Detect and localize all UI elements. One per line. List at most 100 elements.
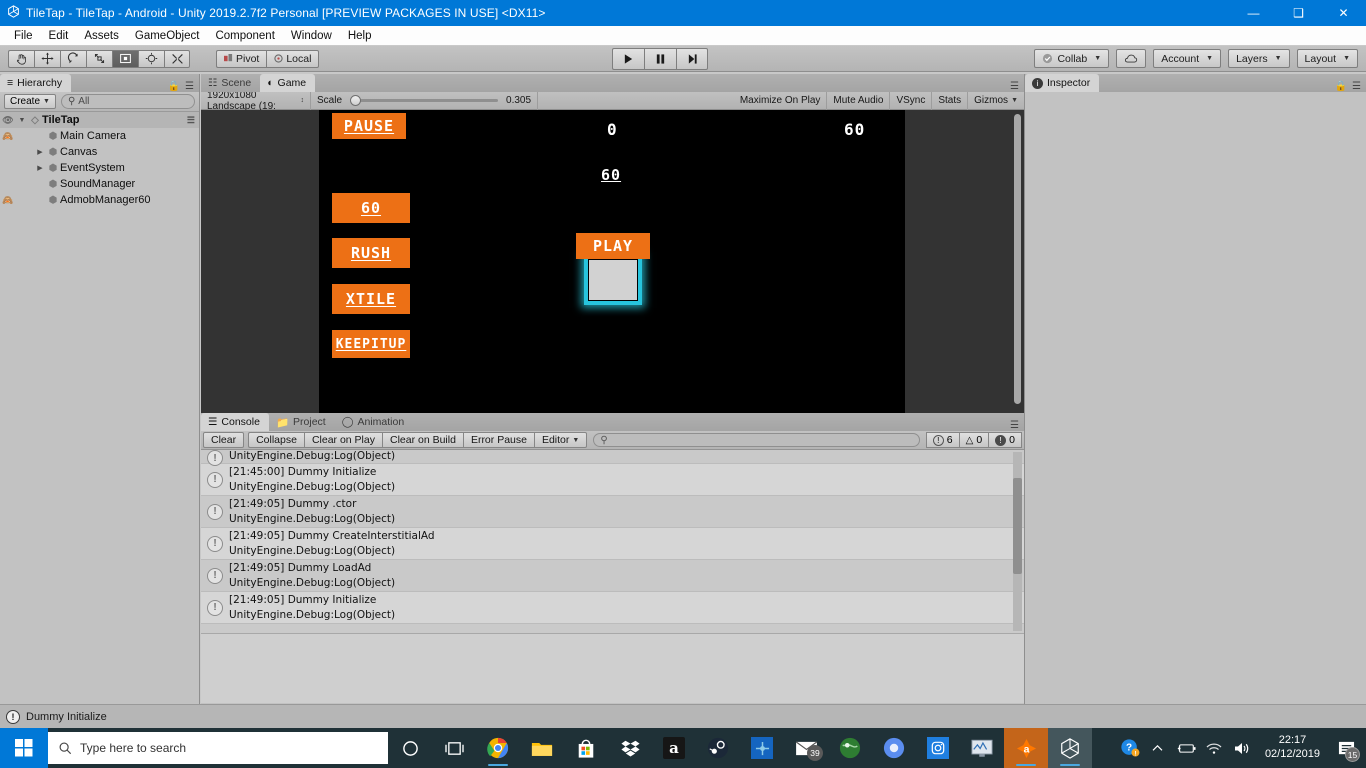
menu-edit[interactable]: Edit xyxy=(41,28,77,44)
menu-window[interactable]: Window xyxy=(283,28,340,44)
tab-hierarchy[interactable]: ≡ Hierarchy xyxy=(0,74,72,92)
monitor-app-icon[interactable] xyxy=(960,728,1004,768)
game-keepitup-button[interactable]: KEEPITUP xyxy=(332,330,410,358)
notification-center-button[interactable]: 15 xyxy=(1330,728,1362,768)
log-entry[interactable]: ! [21:45:00] Dummy Initialize UnityEngin… xyxy=(201,464,1024,496)
resolution-dropdown[interactable]: 1920x1080 Landscape (19: ↕ xyxy=(201,90,311,112)
lock-icon[interactable]: 🔒 xyxy=(1335,81,1347,92)
info-count[interactable]: ! 6 xyxy=(925,432,959,448)
clear-button[interactable]: Clear xyxy=(203,432,245,448)
unity-taskbar-icon[interactable] xyxy=(1048,728,1092,768)
game-play-button[interactable]: PLAY xyxy=(576,233,650,259)
collapse-button[interactable]: Collapse xyxy=(248,432,304,448)
editor-dropdown[interactable]: Editor ▼ xyxy=(533,432,588,448)
blue-app-icon[interactable] xyxy=(740,728,784,768)
tab-animation[interactable]: ◯ Animation xyxy=(335,413,413,431)
menu-assets[interactable]: Assets xyxy=(76,28,127,44)
create-button[interactable]: Create ▼ xyxy=(4,94,56,109)
mail-icon[interactable]: 39 xyxy=(784,728,828,768)
rect-tool-button[interactable] xyxy=(112,49,138,68)
hierarchy-item-admobmanager60[interactable]: 🙈 ⬢ AdmobManager60 xyxy=(0,192,199,208)
chrome-icon[interactable] xyxy=(476,728,520,768)
game-pause-button[interactable]: PAUSE xyxy=(332,113,406,139)
cortana-icon[interactable] xyxy=(388,728,432,768)
tab-console[interactable]: ☰ Console xyxy=(201,413,269,431)
lock-icon[interactable]: 🔒 xyxy=(168,81,180,92)
panel-menu-icon[interactable]: ☰ xyxy=(185,81,194,92)
taskbar-search-input[interactable]: Type here to search xyxy=(48,732,388,764)
panel-menu-icon[interactable]: ☰ xyxy=(1352,81,1361,92)
log-entry[interactable]: ! [21:49:05] Dummy Initialize UnityEngin… xyxy=(201,592,1024,624)
rotate-tool-button[interactable] xyxy=(60,49,86,68)
error-count[interactable]: ! 0 xyxy=(988,432,1022,448)
game-view-canvas[interactable]: PAUSE 60 RUSH XTILE KEEPITUP 0 60 60 PLA… xyxy=(201,110,1024,421)
game-play-tile[interactable]: PLAY xyxy=(576,233,650,305)
clear-on-play-button[interactable]: Clear on Play xyxy=(303,432,382,448)
step-button[interactable] xyxy=(676,48,708,70)
instagram-icon[interactable] xyxy=(916,728,960,768)
visibility-off-icon[interactable]: 🙈 xyxy=(0,131,16,142)
scale-control[interactable]: Scale 0.305 xyxy=(311,91,539,110)
console-scrollbar-thumb[interactable] xyxy=(1013,478,1022,574)
hierarchy-item-eventsystem[interactable]: ▶ ⬢ EventSystem xyxy=(0,160,199,176)
task-view-icon[interactable] xyxy=(432,728,476,768)
microsoft-store-icon[interactable] xyxy=(564,728,608,768)
menu-gameobject[interactable]: GameObject xyxy=(127,28,208,44)
hierarchy-item-main-camera[interactable]: 🙈 ⬢ Main Camera xyxy=(0,128,199,144)
account-button[interactable]: Account ▼ xyxy=(1153,49,1222,68)
log-entry[interactable]: ! [21:49:05] Dummy CreateInterstitialAd … xyxy=(201,528,1024,560)
tab-inspector[interactable]: i Inspector xyxy=(1025,74,1100,92)
start-button[interactable] xyxy=(0,728,48,768)
mute-audio-toggle[interactable]: Mute Audio xyxy=(827,91,891,110)
hierarchy-search-input[interactable]: ⚲ All xyxy=(60,94,195,109)
file-explorer-icon[interactable] xyxy=(520,728,564,768)
menu-component[interactable]: Component xyxy=(207,28,282,44)
hierarchy-item-canvas[interactable]: ▶ ⬢ Canvas xyxy=(0,144,199,160)
steam-icon[interactable] xyxy=(696,728,740,768)
status-bar[interactable]: ! Dummy Initialize xyxy=(0,704,1366,728)
battery-icon[interactable] xyxy=(1173,728,1199,768)
help-icon[interactable]: ?! xyxy=(1117,728,1143,768)
game-xtile-button[interactable]: XTILE xyxy=(332,284,410,314)
chevron-down-icon[interactable]: ▼ xyxy=(16,117,28,124)
game-render-area[interactable]: PAUSE 60 RUSH XTILE KEEPITUP 0 60 60 PLA… xyxy=(319,110,905,421)
menu-help[interactable]: Help xyxy=(340,28,380,44)
error-pause-button[interactable]: Error Pause xyxy=(462,432,534,448)
hierarchy-item-soundmanager[interactable]: ⬢ SoundManager xyxy=(0,176,199,192)
hand-tool-button[interactable] xyxy=(8,49,34,68)
play-button[interactable] xyxy=(612,48,644,70)
console-log-list[interactable]: ! UnityEngine.Debug:Log(Object) ! [21:45… xyxy=(201,450,1024,633)
scale-tool-button[interactable] xyxy=(86,49,112,68)
layers-button[interactable]: Layers ▼ xyxy=(1228,49,1290,68)
avast-icon[interactable]: a xyxy=(1004,728,1048,768)
volume-icon[interactable] xyxy=(1229,728,1255,768)
visibility-off-icon[interactable]: 🙈 xyxy=(0,195,16,206)
panel-menu-icon[interactable]: ☰ xyxy=(1010,81,1019,92)
local-toggle-button[interactable]: Local xyxy=(266,49,320,68)
clear-on-build-button[interactable]: Clear on Build xyxy=(381,432,463,448)
game-timer-button[interactable]: 60 xyxy=(332,193,410,223)
hierarchy-scene-row[interactable]: 👁 ▼ ◇ TileTap ☰ xyxy=(0,112,199,128)
chevron-right-icon[interactable]: ▶ xyxy=(34,148,46,156)
menu-file[interactable]: File xyxy=(6,28,41,44)
console-search-input[interactable]: ⚲ xyxy=(593,433,920,447)
move-tool-button[interactable] xyxy=(34,49,60,68)
maximize-on-play-toggle[interactable]: Maximize On Play xyxy=(734,91,828,110)
layout-button[interactable]: Layout ▼ xyxy=(1296,49,1358,68)
game-rush-button[interactable]: RUSH xyxy=(332,238,410,268)
minimize-button[interactable]: — xyxy=(1231,0,1276,26)
tab-scene[interactable]: ☷ Scene xyxy=(201,74,260,92)
game-view-scrollbar[interactable] xyxy=(1014,114,1021,404)
transform-tool-button[interactable] xyxy=(138,49,164,68)
cloud-button[interactable] xyxy=(1116,49,1147,68)
chromium-icon[interactable] xyxy=(872,728,916,768)
maximize-button[interactable]: ❑ xyxy=(1276,0,1321,26)
pause-button[interactable] xyxy=(644,48,676,70)
scale-slider[interactable] xyxy=(350,95,499,106)
tab-game[interactable]: ◐ Game xyxy=(260,74,316,92)
wifi-icon[interactable] xyxy=(1201,728,1227,768)
globe-app-icon[interactable] xyxy=(828,728,872,768)
pivot-toggle-button[interactable]: Pivot xyxy=(216,49,267,68)
close-button[interactable]: ✕ xyxy=(1321,0,1366,26)
log-entry-clipped[interactable]: ! UnityEngine.Debug:Log(Object) xyxy=(201,450,1024,466)
